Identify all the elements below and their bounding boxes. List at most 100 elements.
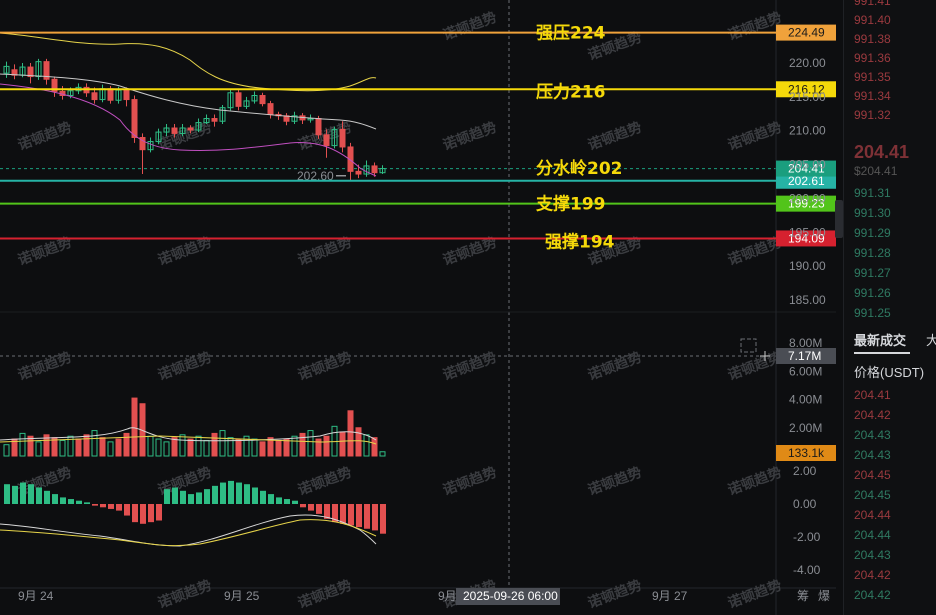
ask-price-row[interactable]: 991.34 [854,89,891,103]
macd-bar [76,500,82,504]
trade-price-row: 204.42 [854,408,891,422]
volume-bar [347,410,354,457]
volume-bar [115,438,122,457]
ask-price-row[interactable]: 991.35 [854,70,891,84]
candle-body [323,134,330,147]
candle-body [123,89,130,101]
macd-bar [148,504,154,523]
candle-body [315,118,322,136]
tab-chips: 筹 [797,589,809,603]
macd-bar [204,489,210,504]
volume-bar [339,431,346,457]
macd-bar [12,485,18,504]
macd-bar [84,502,90,504]
candle-body [259,95,266,105]
macd-bar [100,504,106,508]
macd-bar [252,487,258,504]
macd-bar [60,497,66,504]
candle-body [171,127,178,134]
macd-bar [276,497,282,504]
volume-bar [283,438,290,457]
volume-bar [187,438,194,457]
panel-collapse-handle[interactable] [835,200,843,238]
time-axis-label: 9月 [438,589,457,603]
macd-bar [116,504,122,511]
macd-bar [380,504,386,534]
bid-price-row[interactable]: 991.28 [854,246,891,260]
volume-crosshair-tag-text: 7.17M [788,349,821,363]
macd-bar [156,504,162,521]
macd-bar [300,504,306,508]
trade-price-row: 204.43 [854,548,891,562]
volume-bar [83,434,90,457]
ask-price-row[interactable]: 991.36 [854,51,891,65]
macd-bar [188,494,194,504]
bid-price-row[interactable]: 991.25 [854,306,891,320]
time-axis-label: 9月 25 [224,589,260,603]
macd-bar [308,504,314,511]
volume-bar [299,432,306,457]
macd-bar [228,480,234,504]
candle-body [235,92,242,107]
macd-bar [316,504,322,514]
price-column-header: 价格(USDT) [854,365,925,380]
macd-bar [44,490,50,504]
level-label-3: 支撑199 [536,194,606,215]
candle-body [267,103,274,115]
macd-bar [260,490,266,504]
level-label-1: 压力216 [536,81,606,102]
active-tab-underline [854,352,910,354]
ask-price-row[interactable]: 991.38 [854,32,891,46]
volume-bar [235,438,242,457]
ask-price-row[interactable]: 991.40 [854,13,891,27]
ask-price-row[interactable]: 991.41 [854,0,891,8]
trading-chart[interactable]: 诺顿趋势诺顿趋势诺顿趋势诺顿趋势 诺顿趋势 诺顿趋势 诺顿趋势 诺顿趋势诺顿趋势 诺顿趋势… [0,0,936,615]
level-label-4: 强撑194 [545,231,615,252]
price-axis-label: 220.00 [789,56,826,70]
macd-bar [364,504,370,529]
volume-bar [131,397,138,457]
price-axis-label: 185.00 [789,293,826,307]
order-book-panel: 991.41 991.40 991.38 991.36 991.35 991.34 991.… [843,0,936,615]
tab-large-trades[interactable]: 大 [926,330,936,349]
macd-bar [108,504,114,509]
candle-body [355,170,362,175]
macd-bar [164,489,170,504]
level-label-2: 分水岭202 [536,158,623,179]
macd-bar [356,504,362,528]
macd-bar [348,504,354,526]
candle-body [371,165,378,174]
price-axis-label: 190.00 [789,259,826,273]
level-label-0: 强压224 [536,24,606,44]
volume-current-tag-text: 133.1k [788,446,825,460]
order-book-last-price-usd: $204.41 [854,164,898,178]
macd-bar [244,484,250,504]
order-book-last-price: 204.41 [854,142,910,162]
volume-axis-label: 2.00M [789,421,822,435]
price-axis-label: 210.00 [789,124,826,138]
bid-price-row[interactable]: 991.27 [854,266,891,280]
level-tag-text-0: 224.49 [788,26,825,40]
bid-price-row[interactable]: 991.29 [854,226,891,240]
macd-bar [172,487,178,504]
ask-price-row[interactable]: 991.32 [854,108,891,122]
trade-price-row: 204.44 [854,508,891,522]
candle-body [131,99,138,138]
candle-body [339,128,346,148]
tab-latest-trades[interactable]: 最新成交 [854,330,906,349]
volume-bar [99,437,106,457]
crosshair-time-tag-text: 2025-09-26 06:00 [463,589,558,603]
macd-axis-label: 0.00 [793,497,817,511]
bid-price-row[interactable]: 991.30 [854,206,891,220]
price-axis-label: 195.00 [789,225,826,239]
volume-bar [371,437,378,457]
macd-axis-label: 2.00 [793,464,817,478]
bid-price-row[interactable]: 991.26 [854,286,891,300]
price-axis-label: 215.00 [789,90,826,104]
trade-price-row: 204.42 [854,568,891,582]
macd-bar [28,484,34,504]
bid-price-row[interactable]: 991.31 [854,186,891,200]
macd-bar [36,487,42,504]
macd-axis-label: -4.00 [793,563,821,577]
volume-bar [27,435,34,457]
